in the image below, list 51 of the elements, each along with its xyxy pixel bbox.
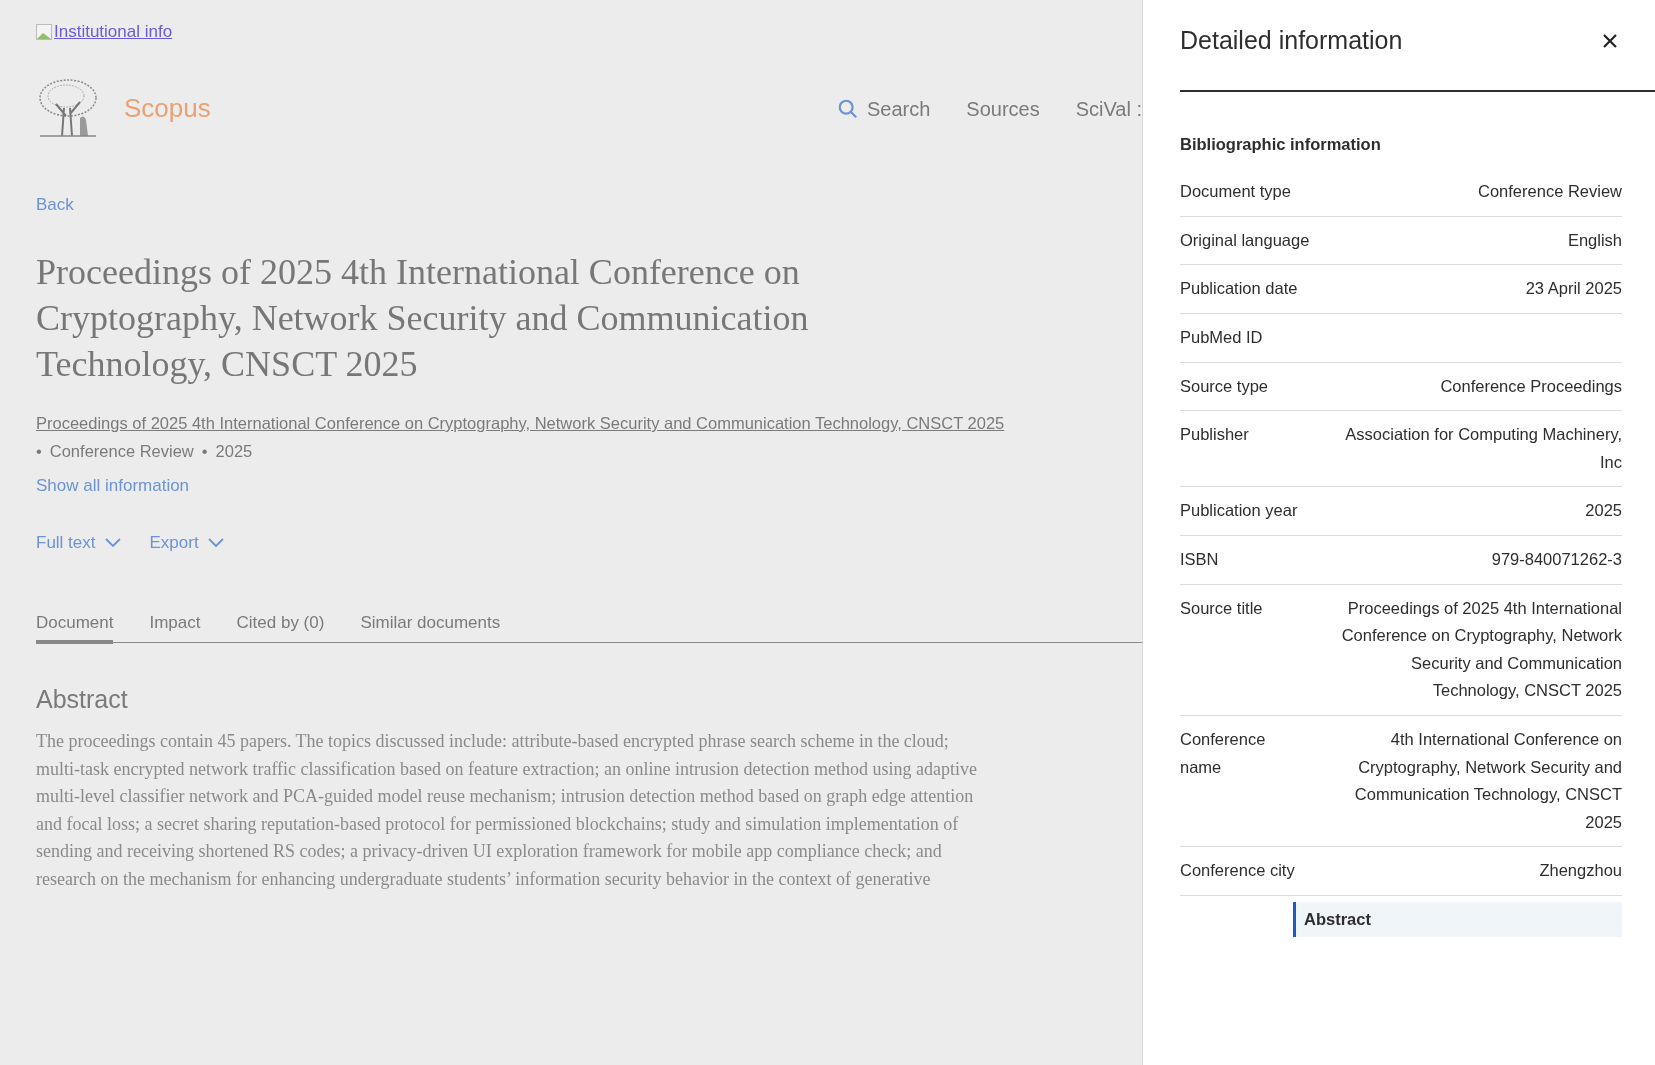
field-value: Association for Computing Machinery, Inc bbox=[1344, 424, 1622, 473]
tab[interactable]: Cited by (0) bbox=[236, 610, 325, 644]
section-nav-link[interactable]: Abstract bbox=[1304, 909, 1371, 928]
field-label: Document type bbox=[1180, 181, 1291, 203]
field-value: 4th International Conference on Cryptography, Network Security and Communication Technology, CNSCT 2025 bbox=[1353, 728, 1622, 833]
field-value: Proceedings of 2025 4th International Conference on Cryptography, Network Security and Communication Technology, CNSCT 2025 bbox=[1340, 597, 1622, 702]
nav-link[interactable]: Search bbox=[836, 93, 931, 124]
panel-title: Detailed information bbox=[1180, 25, 1403, 56]
chevron-down-icon bbox=[206, 536, 225, 549]
institutional-info-link[interactable]: Institutional info bbox=[54, 19, 173, 45]
tree-logo-icon bbox=[36, 77, 100, 140]
broken-image-icon bbox=[36, 23, 52, 40]
dropdown-button[interactable]: Full text bbox=[36, 529, 122, 555]
section-heading: Bibliographic information bbox=[1180, 133, 1382, 155]
tab[interactable]: Document bbox=[36, 610, 114, 644]
separator-dot: • bbox=[201, 441, 208, 462]
field-label: PubMed ID bbox=[1180, 327, 1263, 349]
chevron-down-icon bbox=[103, 536, 122, 549]
document-title: Proceedings of 2025 4th International Conference on Cryptography, Network Security and Communication Technology, CNSCT 2025 bbox=[36, 251, 810, 386]
brand-name: Scopus bbox=[124, 92, 211, 125]
search-icon bbox=[836, 97, 859, 120]
document-meta: 2025 bbox=[215, 441, 253, 462]
field-label: Conference name bbox=[1180, 728, 1267, 778]
field-value: Conference Proceedings bbox=[1440, 375, 1622, 397]
source-title-link[interactable]: Proceedings of 2025 4th International Conference on Cryptography, Network Security and Communication Technology, CNSCT 2025 bbox=[36, 409, 1032, 437]
field-label: Publisher bbox=[1180, 424, 1249, 446]
abstract-heading: Abstract bbox=[36, 683, 129, 715]
tab[interactable]: Impact bbox=[149, 610, 201, 644]
field-label: Publication year bbox=[1180, 500, 1298, 522]
field-value: Conference Review bbox=[1478, 181, 1622, 203]
separator-dot: • bbox=[36, 441, 42, 462]
field-label: Conference city bbox=[1180, 860, 1295, 882]
show-all-information-link[interactable]: Show all information bbox=[36, 473, 1032, 499]
document-meta: Conference Review bbox=[49, 441, 194, 462]
field-label: Source type bbox=[1180, 375, 1269, 397]
field-value: 2025 bbox=[1585, 500, 1622, 522]
back-link[interactable]: Back bbox=[36, 191, 1032, 217]
nav-link[interactable]: SciVal : bbox=[1075, 93, 1142, 124]
field-label: Source title bbox=[1180, 597, 1264, 619]
field-value: 23 April 2025 bbox=[1525, 278, 1622, 300]
tab[interactable]: Similar documents bbox=[360, 610, 501, 644]
field-label: ISBN bbox=[1180, 549, 1219, 570]
field-value: Zhengzhou bbox=[1539, 860, 1622, 882]
field-label: Original language bbox=[1180, 229, 1310, 251]
dropdown-button[interactable]: Export bbox=[149, 529, 225, 555]
close-icon bbox=[1602, 32, 1618, 49]
field-value: 979-840071262-3 bbox=[1491, 549, 1622, 570]
abstract-text: The proceedings contain 45 papers. The topics discussed include: attribute-based encrypted phrase search scheme in the cloud; multi-task encrypted network traffic classification based on feature extraction; an online intrusion detection method using adaptive multi-level classifier network and PCA-guided model reuse mechanism; intrusion detection method based on graph edge attention and focal loss; a secret sharing reputation-based protocol for permissioned blockchains; study and simulation implementation of sending and receiving shortened RS codes; a privacy-driven UI exploration framework for mobile app compliance check; and research on the mechanism for enhancing undergraduate students’ information security behavior in the context of generative bbox=[36, 730, 978, 891]
field-value: English bbox=[1567, 229, 1622, 251]
nav-link[interactable]: Sources bbox=[966, 93, 1040, 124]
field-label: Publication date bbox=[1180, 278, 1298, 300]
